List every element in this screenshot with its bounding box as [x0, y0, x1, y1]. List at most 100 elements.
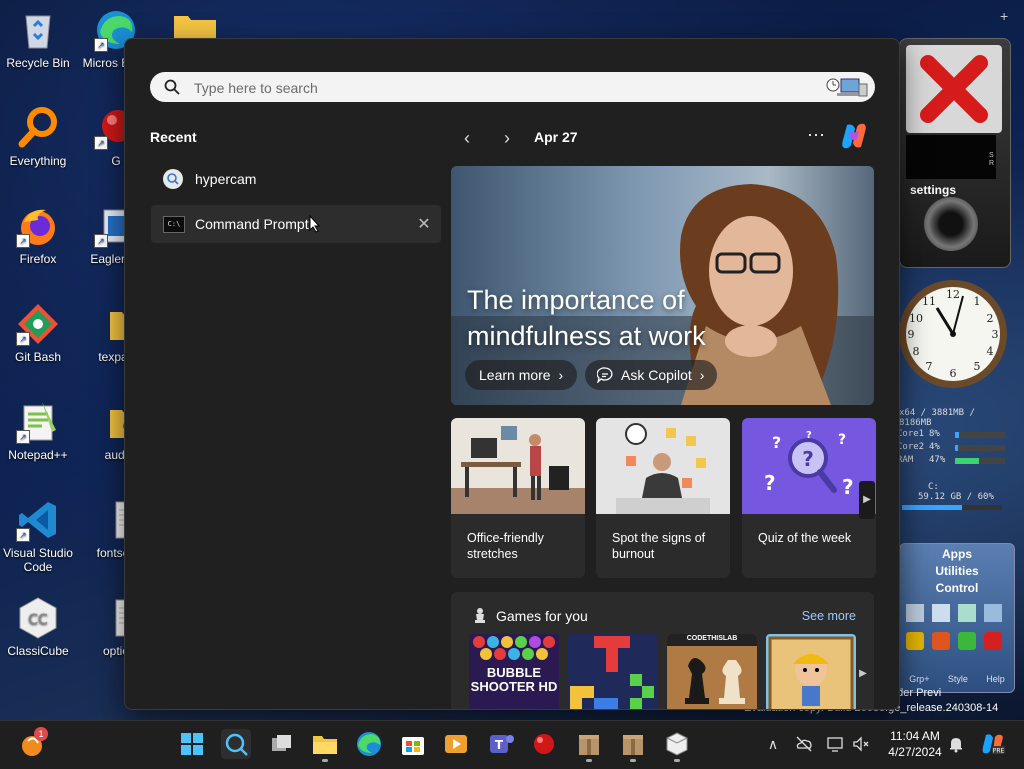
cpu-row: Core1 8% — [893, 429, 1011, 441]
shortcut-arrow-icon: ↗ — [16, 234, 30, 248]
previous-day-button[interactable]: ‹ — [456, 127, 478, 149]
desktop-icon-git-bash[interactable]: ↗ Git Bash — [0, 302, 76, 364]
store-button[interactable] — [398, 729, 428, 759]
running-indicator — [674, 759, 680, 762]
everything-search-icon — [16, 106, 60, 150]
red-ball-app-button[interactable] — [529, 729, 559, 759]
notification-app-button[interactable]: 1 — [18, 727, 48, 759]
ask-copilot-button[interactable]: Ask Copilot › — [585, 360, 717, 390]
cpu-row-value: 8% — [929, 429, 940, 439]
cpu-row-bar-fill — [955, 432, 959, 438]
file-explorer-button[interactable] — [310, 729, 340, 762]
disk-meter-gadget: C: 59.12 GB / 60% — [898, 482, 1010, 530]
disk-bar-fill — [902, 505, 962, 510]
launcher-tab-utilities[interactable]: Utilities — [900, 563, 1014, 580]
card-title: Office-friendly stretches — [467, 531, 544, 561]
recycle-bin-icon — [16, 8, 60, 52]
edge-taskbar-button[interactable] — [354, 729, 384, 759]
card-office-stretches[interactable]: Office-friendly stretches — [451, 418, 585, 578]
launcher-tab-apps[interactable]: Apps — [900, 546, 1014, 563]
chess-image — [667, 634, 757, 709]
copilot-taskbar-icon[interactable]: PRE — [980, 732, 1006, 756]
card-burnout[interactable]: Spot the signs of burnout — [596, 418, 730, 578]
svg-text:9: 9 — [908, 328, 915, 341]
recent-item-hypercam[interactable]: hypercam — [151, 160, 441, 198]
svg-text:T: T — [495, 738, 504, 752]
game-bubble-shooter[interactable]: BUBBLE SHOOTER HD — [469, 634, 559, 709]
start-button[interactable] — [177, 729, 207, 759]
card-quiz[interactable]: ????? ? Quiz of the week — [742, 418, 876, 578]
desktop-icon-label: Firefox — [19, 252, 57, 266]
cpu-row-value: 4% — [929, 442, 940, 452]
recent-item-command-prompt[interactable]: C:\ Command Prompt ✕ — [151, 205, 441, 243]
media-player-gadget[interactable]: S R settings — [899, 38, 1011, 268]
desktop-icon-notepad-plus-plus[interactable]: ↗ Notepad++ — [0, 400, 76, 462]
player-knob[interactable] — [924, 197, 978, 251]
search-icon — [163, 169, 183, 189]
media-player-button[interactable] — [441, 729, 471, 759]
desktop-icon-label: Git Bash — [14, 350, 62, 364]
launcher-grp-button[interactable]: Grp+ — [909, 674, 929, 684]
shortcut-arrow-icon: ↗ — [16, 430, 30, 444]
player-settings-label[interactable]: settings — [910, 183, 956, 197]
running-indicator — [630, 759, 636, 762]
svg-text:1: 1 — [974, 295, 981, 308]
learn-more-button[interactable]: Learn more › — [465, 360, 577, 390]
shortcut-arrow-icon: ↗ — [94, 38, 108, 52]
more-options-button[interactable]: ··· — [805, 123, 827, 145]
desktop-icon-vscode[interactable]: ↗ Visual Studio Code — [0, 498, 76, 574]
task-view-button[interactable] — [266, 729, 296, 759]
volume-muted-icon[interactable] — [852, 735, 870, 753]
cards-next-button[interactable]: ▶ — [859, 481, 875, 519]
see-more-link[interactable]: See more — [802, 609, 856, 623]
chevron-right-icon: › — [558, 367, 564, 383]
search-box[interactable] — [150, 72, 875, 102]
archive-app-button-2[interactable] — [618, 729, 648, 762]
display-icon[interactable] — [826, 735, 844, 753]
desktop-icon-classicube[interactable]: CC ClassiCube — [0, 596, 76, 658]
cube-app-button[interactable] — [662, 729, 692, 762]
archive-app-button[interactable] — [574, 729, 604, 762]
plus-icon[interactable]: + — [1000, 8, 1008, 24]
launcher-icons-row1 — [904, 602, 1010, 624]
recent-heading: Recent — [150, 129, 197, 145]
clock-date: 4/27/2024 — [888, 745, 942, 759]
hero-title: The importance of mindfulness at work — [467, 285, 706, 351]
svg-text:?: ? — [772, 433, 781, 452]
launcher-style-button[interactable]: Style — [948, 674, 968, 684]
game-tetris[interactable] — [568, 634, 658, 709]
desktop-icon-everything[interactable]: Everything — [0, 106, 76, 168]
onedrive-icon[interactable] — [795, 735, 813, 753]
remove-recent-icon[interactable]: ✕ — [415, 214, 433, 234]
launcher-tab-control[interactable]: Control — [900, 580, 1014, 597]
teams-button[interactable]: T — [486, 729, 516, 759]
close-icon[interactable] — [906, 45, 1002, 133]
firefox-icon: ↗ — [16, 204, 60, 248]
next-day-button[interactable]: › — [496, 127, 518, 149]
launcher-help-button[interactable]: Help — [986, 674, 1005, 684]
folder-icon[interactable] — [172, 12, 218, 40]
recent-item-label: Command Prompt — [195, 216, 309, 232]
disk-bar — [902, 505, 1002, 510]
game-digger[interactable] — [766, 634, 856, 709]
launcher-gadget[interactable]: Apps Utilities Control Grp+ Style Help — [899, 543, 1015, 693]
games-section: Games for you See more BUBBLE SHOOTER HD — [451, 592, 874, 709]
store-icon — [402, 737, 424, 755]
svg-text:12: 12 — [946, 288, 960, 301]
copilot-icon[interactable] — [839, 121, 869, 151]
games-next-button[interactable]: ▶ — [856, 662, 870, 686]
card-title: Quiz of the week — [758, 531, 852, 545]
search-taskbar-button[interactable] — [221, 729, 251, 759]
cpu-rows: Core1 8% Core2 4% RAM 47% — [893, 429, 1011, 467]
hero-card[interactable]: The importance of mindfulness at work Le… — [451, 166, 874, 405]
player-side-label: S R — [989, 152, 995, 167]
shortcut-arrow-icon: ↗ — [94, 136, 108, 150]
ask-copilot-label: Ask Copilot — [621, 367, 692, 383]
game-chess[interactable]: CODETHISLAB — [667, 634, 757, 709]
show-hidden-icons-button[interactable]: ∧ — [764, 735, 782, 753]
notifications-bell-icon[interactable] — [947, 735, 965, 753]
search-input[interactable] — [192, 75, 776, 101]
clock[interactable]: 11:04 AM 4/27/2024 — [880, 728, 950, 760]
desktop-icon-firefox[interactable]: ↗ Firefox — [0, 204, 76, 266]
desktop-icon-recycle-bin[interactable]: Recycle Bin — [0, 8, 76, 70]
